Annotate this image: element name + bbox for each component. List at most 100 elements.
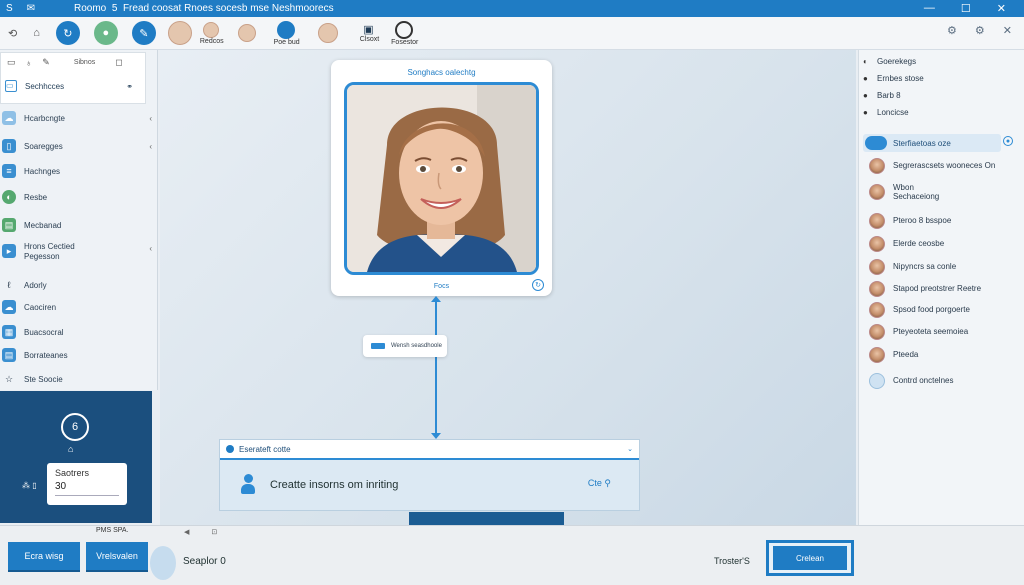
contact-item[interactable]: Stapod preotstrer Reetre <box>869 279 1021 299</box>
chevron-down-icon[interactable]: ⌄ <box>627 445 633 453</box>
grid-icon: ▤ <box>2 348 16 362</box>
contact-item[interactable]: Pteyeoteta seemoiea <box>869 322 1021 342</box>
info-icon[interactable]: ♁ <box>26 58 33 68</box>
create-card-action[interactable]: Cte ⚲ <box>588 478 611 489</box>
settings-icon[interactable]: ⚙ <box>947 24 957 37</box>
close-icon[interactable]: ✕ <box>1003 24 1012 37</box>
pin-small-icon: ⁂ ▯ <box>22 481 37 490</box>
sidebar-item-buacsocral[interactable]: ▦ Buacsocral <box>0 322 158 342</box>
rp-item-label: Goerekegs <box>877 56 917 66</box>
status-bar: PMS SPA. ◀ ⊡ Ecra wisg Vrelsvalen Seaplo… <box>0 525 1024 585</box>
rp-item-barb[interactable]: ● Barb 8 <box>863 87 1023 103</box>
rp-item-loncicse[interactable]: ● Loncicse <box>863 104 1023 120</box>
minimize-button[interactable]: — <box>924 2 935 15</box>
contact-item[interactable]: Contrd onctelnes <box>869 371 1021 391</box>
contact-item[interactable]: Elerde ceosbe <box>869 234 1021 254</box>
create-card-title: Eserateft cotte <box>239 444 291 454</box>
avatar[interactable] <box>167 21 192 45</box>
sidebar-item-label: Ste Soocie <box>24 374 63 384</box>
user-green-icon[interactable]: ● <box>93 21 118 45</box>
sidebar-item-hachnges[interactable]: ≡ Hachnges <box>0 161 158 181</box>
refresh-icon[interactable]: ↻ <box>55 21 80 45</box>
toolbar-item-redcos[interactable]: Redcos <box>198 21 224 45</box>
status-right-text: Troster'S <box>714 556 750 566</box>
maximize-button[interactable]: ☐ <box>961 2 971 15</box>
gear-icon[interactable]: ⚙ <box>975 24 985 37</box>
sidebar-item-label: Borrateanes <box>24 350 68 360</box>
sidebar-item-adorly[interactable]: ℓ Adorly <box>0 275 158 295</box>
chevron-icon[interactable]: ‹ <box>149 244 152 253</box>
sidebar-card-row[interactable]: ▭ Sechhcces ⚭ <box>1 72 145 100</box>
toolbar-label: Clsoxt <box>359 36 380 43</box>
toggle-icon: ◐ <box>863 56 868 66</box>
list-icon: ≡ <box>2 164 16 178</box>
sidebar-item-caociren[interactable]: ☁ Caociren <box>0 297 158 317</box>
chat-icon[interactable]: ✎ <box>131 21 156 45</box>
confirm-button[interactable]: Crelean <box>766 540 854 576</box>
toolbar-item-poe-bud[interactable]: Poe bud <box>272 20 300 46</box>
panel-icon[interactable]: ▭ <box>7 57 16 68</box>
rp-item-ernbes-stose[interactable]: ● Ernbes stose <box>863 70 1023 86</box>
cloud-icon: ☁ <box>2 300 16 314</box>
status-pill[interactable]: Wensh seasdhoole <box>363 335 447 357</box>
counter-badge[interactable]: 6 <box>61 413 89 441</box>
app-name: Roomo <box>74 3 107 14</box>
avatar[interactable] <box>317 23 338 43</box>
title-text: Fread coosat Rnoes socesb mse Neshmoorec… <box>122 3 334 14</box>
primary-button-1[interactable]: Ecra wisg <box>8 542 80 572</box>
avatar <box>869 213 885 229</box>
rp-item-label: Barb 8 <box>877 90 901 100</box>
contact-search[interactable]: Sterfiaetoas oze <box>863 134 1001 152</box>
contact-name: Segrerascsets wooneces On <box>893 161 996 171</box>
contact-item[interactable]: Nipyncrs sa conle <box>869 257 1021 277</box>
rp-item-goerekegs[interactable]: ◐ Goerekegs <box>863 53 1023 69</box>
sidebar-item-ste-soocie[interactable]: ☆ Ste Soocie <box>0 369 158 389</box>
avatar <box>869 324 885 340</box>
drop-icon <box>150 546 176 580</box>
sidebar-item-hcarbcngte[interactable]: ☁ Hcarbcngte ‹ <box>0 108 158 128</box>
sidebar-item-label: Mecbanad <box>24 220 62 230</box>
prev-icon[interactable]: ◀ <box>184 528 189 536</box>
mail-icon[interactable]: ✉ <box>27 3 35 14</box>
counter-value[interactable]: 30 <box>55 481 119 496</box>
close-button[interactable]: ✕ <box>997 2 1006 15</box>
toolbar-item-fosestor[interactable]: Fosestor <box>389 20 418 46</box>
contact-item[interactable]: Wbon Sechaceiong <box>869 178 1021 206</box>
contact-item[interactable]: Pteroo 8 bsspoe <box>869 211 1021 231</box>
app-icon[interactable]: S <box>6 3 13 14</box>
square-icon[interactable]: ◻ <box>115 57 122 68</box>
create-card[interactable]: Eserateft cotte ⌄ Creatte insorns om inr… <box>219 439 640 511</box>
counter-card[interactable]: Saotrers 30 <box>47 463 127 505</box>
sidebar-card-label: Sibnos <box>73 59 96 66</box>
sidebar-item-mecbanad[interactable]: ▤ Mecbanad <box>0 215 158 235</box>
edit-icon[interactable]: ✎ <box>42 57 50 68</box>
profile-photo-card[interactable]: Songhacs oalechtg Focs ↻ <box>331 60 552 296</box>
avatar[interactable] <box>237 24 256 42</box>
home-icon[interactable]: ⌂ <box>33 27 40 39</box>
refresh-photo-button[interactable]: ↻ <box>532 279 544 291</box>
sidebar-item-label: Caociren <box>24 302 57 312</box>
sidebar-item-soaregges[interactable]: ▯ Soaregges ‹ <box>0 136 158 156</box>
contact-item[interactable]: Spsod food porgoerte <box>869 300 1021 320</box>
toolbar-item-clsoxt[interactable]: ▣ Clsoxt <box>358 23 379 43</box>
contact-name: Nipyncrs sa conle <box>893 262 957 272</box>
create-card-text: Creatte insorns om inriting <box>270 479 399 491</box>
primary-button-2[interactable]: Vrelsvalen <box>86 542 148 572</box>
sidebar-item-borrateanes[interactable]: ▤ Borrateanes <box>0 345 158 365</box>
add-contact-button[interactable]: ● <box>1003 136 1013 146</box>
cloud-icon <box>865 136 887 150</box>
sidebar-item-sublabel: Pegesson <box>24 252 60 262</box>
contact-item[interactable]: Segrerascsets wooneces On <box>869 156 1021 176</box>
chevron-icon[interactable]: ‹ <box>149 142 152 151</box>
link-icon[interactable]: ⚭ <box>126 82 133 91</box>
sidebar-item-hrons-cectied[interactable]: ▸ Hrons Cectied Pegesson ‹ <box>0 242 158 268</box>
avatar <box>869 302 885 318</box>
frame-icon[interactable]: ⊡ <box>211 528 217 536</box>
sidebar-item-resbe[interactable]: ◐ Resbe <box>0 187 158 207</box>
tag-icon: ▸ <box>2 244 16 258</box>
sidebar-card-sub: Sechhcces <box>25 81 65 91</box>
contact-item[interactable]: Pteeda <box>869 345 1021 365</box>
chevron-icon[interactable]: ‹ <box>149 114 152 123</box>
portrait-illustration <box>347 85 536 272</box>
back-icon[interactable]: ⟲ <box>8 27 17 40</box>
